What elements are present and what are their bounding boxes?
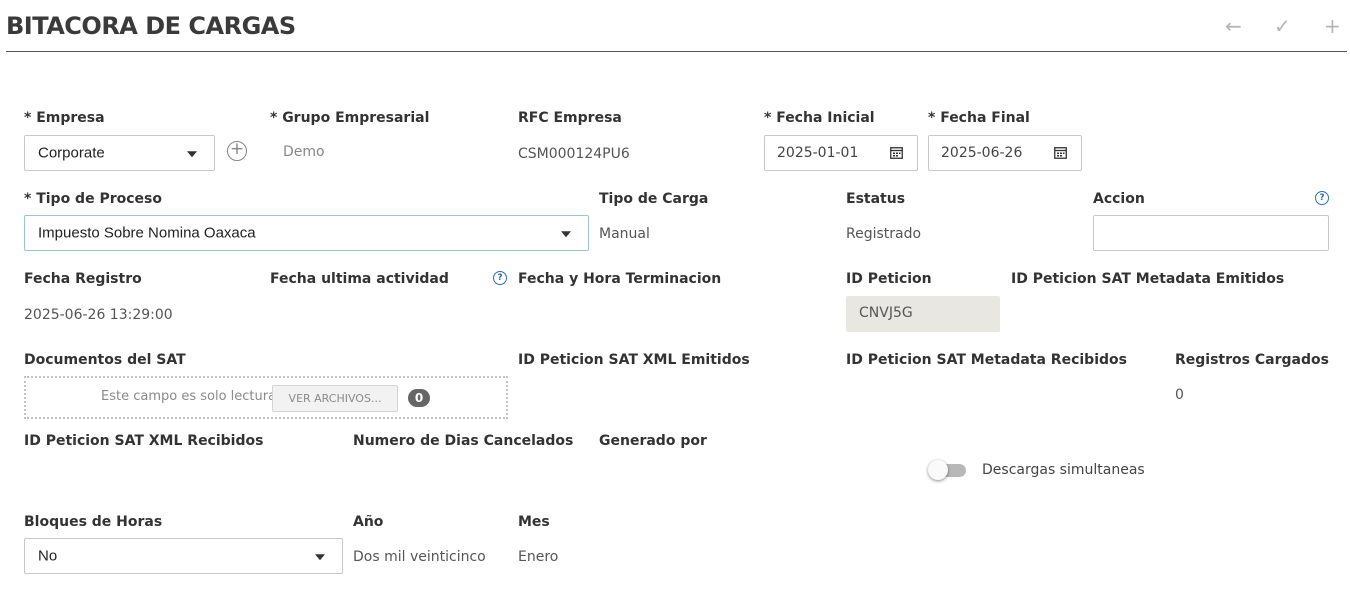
fecha-inicial-input[interactable]: 2025-01-01 [764,135,918,171]
title-divider [6,51,1347,52]
chevron-down-icon [187,151,197,158]
fecha-final-value: 2025-06-26 [941,145,1023,161]
descargas-label: Descargas simultaneas [982,462,1145,478]
tipo-proceso-value: Impuesto Sobre Nomina Oaxaca [38,224,256,242]
fecha-hora-terminacion-label: Fecha y Hora Terminacion [518,271,722,287]
estatus-label: Estatus [846,191,906,207]
id-peticion-field: CNVJ5G [846,296,1000,332]
estatus-value: Registrado [846,226,922,242]
bloques-select[interactable]: No [24,538,343,574]
registros-label: Registros Cargados [1175,352,1329,368]
fecha-registro-label: Fecha Registro [24,271,142,287]
id-xml-emitidos-label: ID Peticion SAT XML Emitidos [518,352,750,368]
arrow-left-icon[interactable]: ← [1225,16,1242,36]
dias-cancelados-label: Numero de Dias Cancelados [353,433,574,449]
readonly-text: Este campo es solo lectura [101,389,277,404]
registros-value: 0 [1175,387,1184,403]
tipo-carga-value: Manual [599,226,650,242]
fecha-inicial-label: * Fecha Inicial [764,110,875,126]
fecha-final-label: * Fecha Final [928,110,1030,126]
id-peticion-label: ID Peticion [846,271,932,287]
plus-icon[interactable]: + [1324,16,1341,36]
count-badge: 0 [408,389,430,407]
tipo-carga-label: Tipo de Carga [599,191,709,207]
empresa-label: * Empresa [24,110,105,126]
tipo-proceso-label: * Tipo de Proceso [24,191,162,207]
chevron-down-icon [561,231,571,238]
id-meta-recibidos-label: ID Peticion SAT Metadata Recibidos [846,352,1127,368]
anio-label: Año [353,514,384,530]
descargas-toggle[interactable] [928,460,968,482]
accion-input[interactable] [1093,215,1329,251]
id-meta-emitidos-label: ID Peticion SAT Metadata Emitidos [1011,271,1285,287]
empresa-select-value: Corporate [38,144,105,162]
calendar-icon[interactable] [890,146,903,159]
generado-por-label: Generado por [599,433,707,449]
toggle-knob [928,460,948,480]
grupo-value: Demo [283,144,325,160]
grupo-label: * Grupo Empresarial [270,110,430,126]
fecha-inicial-value: 2025-01-01 [777,145,859,161]
tipo-proceso-select[interactable]: Impuesto Sobre Nomina Oaxaca [24,215,589,251]
chevron-down-icon [315,554,325,561]
mes-value: Enero [518,549,559,565]
mes-label: Mes [518,514,550,530]
ver-archivos-button[interactable]: VER ARCHIVOS... [272,385,398,412]
bloques-select-value: No [38,547,58,565]
bloques-label: Bloques de Horas [24,514,163,530]
documentos-field: Este campo es solo lectura VER ARCHIVOS.… [24,376,508,419]
fecha-ultima-label: Fecha ultima actividad [270,271,449,287]
page-title: BITACORA DE CARGAS [6,12,296,40]
add-circle-icon[interactable]: + [227,141,247,161]
documentos-label: Documentos del SAT [24,352,186,368]
accion-label: Accion [1093,191,1145,207]
fecha-final-input[interactable]: 2025-06-26 [928,135,1082,171]
id-xml-recibidos-label: ID Peticion SAT XML Recibidos [24,433,264,449]
empresa-select[interactable]: Corporate [24,135,215,171]
rfc-value: CSM000124PU6 [518,146,630,162]
calendar-icon[interactable] [1054,146,1067,159]
anio-value: Dos mil veinticinco [353,549,486,565]
id-peticion-value: CNVJ5G [859,305,913,321]
check-icon[interactable]: ✓ [1274,16,1291,36]
help-icon[interactable]: ? [1315,191,1329,205]
help-icon[interactable]: ? [493,271,507,285]
rfc-label: RFC Empresa [518,110,622,126]
fecha-registro-value: 2025-06-26 13:29:00 [24,307,173,323]
